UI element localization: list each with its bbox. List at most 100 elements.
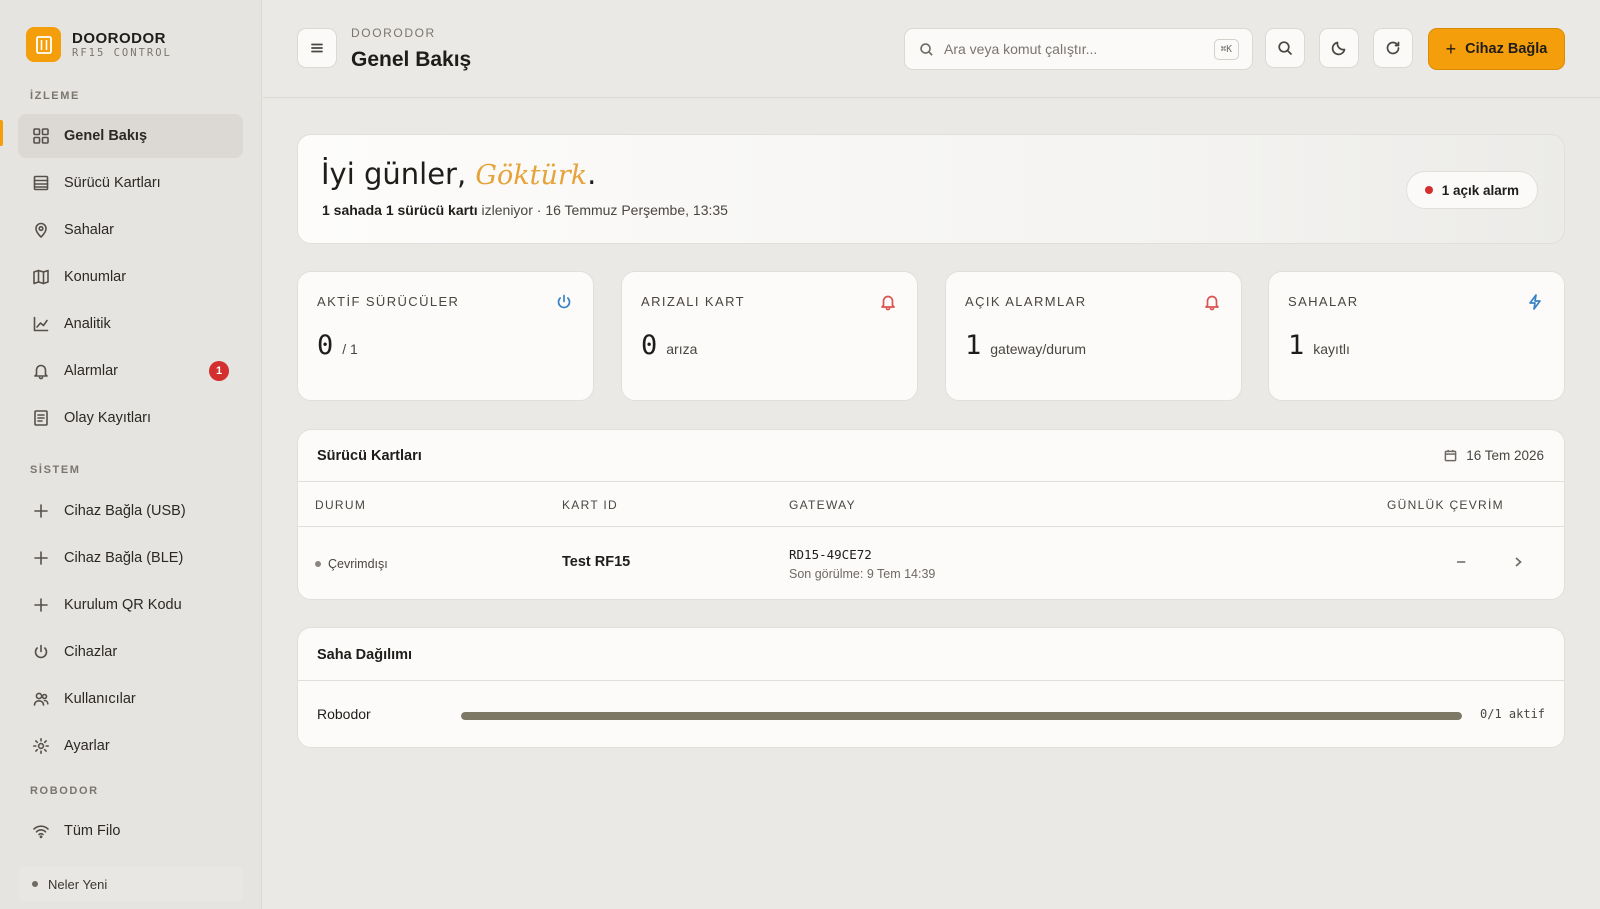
stat-card-active-drivers: AKTİF SÜRÜCÜLER 0 / 1: [297, 271, 594, 401]
gear-icon: [32, 737, 50, 755]
chevron-right-icon[interactable]: [1511, 555, 1525, 569]
map-icon: [32, 268, 50, 286]
date-label: 16 Tem 2026: [1466, 448, 1544, 463]
whats-new-label: Neler Yeni: [48, 876, 108, 892]
map-pin-icon: [32, 221, 50, 239]
sidebar-item-label: Kullanıcılar: [64, 691, 136, 707]
sidebar-item-label: Ayarlar: [64, 738, 110, 754]
sidebar-item-label: Tüm Filo: [64, 823, 121, 839]
sidebar-item-label: Cihaz Bağla (USB): [64, 503, 186, 519]
refresh-icon: [1386, 41, 1400, 55]
sidebar-item-cihaz-bagla-usb[interactable]: Cihaz Bağla (USB): [18, 489, 243, 533]
sidebar-item-alarmlar[interactable]: Alarmlar 1: [18, 349, 243, 393]
open-alarm-text: 1 açık alarm: [1441, 182, 1519, 198]
connect-device-label: Cihaz Bağla: [1465, 41, 1548, 57]
refresh-button[interactable]: [1373, 28, 1413, 68]
site-active-count: 0/1 aktif: [1480, 707, 1546, 721]
column-header-durum[interactable]: DURUM: [315, 498, 366, 512]
panel-title: Sürücü Kartları: [317, 448, 422, 464]
stat-label: AÇIK ALARMLAR: [965, 294, 1087, 309]
status-badge: Çevrimdışı: [315, 557, 388, 571]
user-name: Göktürk: [475, 160, 588, 191]
sidebar-item-cihazlar[interactable]: Cihazlar: [18, 630, 243, 674]
stat-label: AKTİF SÜRÜCÜLER: [317, 294, 460, 309]
stat-card-faulty-card: ARIZALI KART 0 arıza: [621, 271, 918, 401]
power-icon: [555, 293, 573, 311]
sidebar-item-label: Genel Bakış: [64, 128, 148, 144]
section-label-robodor: ROBODOR: [30, 785, 99, 797]
stat-card-sites: SAHALAR 1 kayıtlı: [1268, 271, 1565, 401]
kart-id: Test RF15: [562, 554, 631, 570]
sidebar-item-sahalar[interactable]: Sahalar: [18, 208, 243, 252]
column-header-kart-id[interactable]: KART ID: [562, 498, 618, 512]
power-icon: [32, 643, 50, 661]
stat-value: 1: [965, 330, 982, 361]
welcome-banner: İyi günler, Göktürk. 1 sahada 1 sürücü k…: [297, 134, 1565, 244]
column-header-gateway[interactable]: GATEWAY: [789, 498, 856, 512]
calendar-icon: [1444, 449, 1457, 462]
dot-icon: [32, 881, 38, 887]
stat-unit: gateway/durum: [990, 341, 1086, 357]
shortcut-hint: ⌘K: [1213, 39, 1239, 60]
brand-subtitle: RF15 CONTROL: [72, 47, 172, 59]
greeting-punct: .: [587, 157, 597, 191]
sidebar-item-label: Sahalar: [64, 222, 114, 238]
site-distribution-panel: Saha Dağılımı Robodor 0/1 aktif: [297, 627, 1565, 748]
sidebar-item-cihaz-bagla-ble[interactable]: Cihaz Bağla (BLE): [18, 536, 243, 580]
theme-toggle-button[interactable]: [1319, 28, 1359, 68]
sidebar-item-genel-bakis[interactable]: Genel Bakış: [18, 114, 243, 158]
bell-icon: [32, 362, 50, 380]
table-row[interactable]: Çevrimdışı Test RF15 RD15-49CE72 Son gör…: [298, 528, 1564, 600]
panel-title: Saha Dağılımı: [317, 647, 413, 663]
sidebar-item-analitik[interactable]: Analitik: [18, 302, 243, 346]
bell-icon: [1203, 293, 1221, 311]
grid-icon: [32, 127, 50, 145]
open-alarm-pill[interactable]: 1 açık alarm: [1405, 171, 1538, 209]
section-label-izleme: İZLEME: [30, 90, 80, 102]
brand-name: DOORODOR: [72, 30, 166, 47]
site-progress-bar: [461, 712, 1462, 720]
sidebar-item-label: Kurulum QR Kodu: [64, 597, 182, 613]
section-label-sistem: SİSTEM: [30, 464, 81, 476]
sidebar-item-surucu-kartlari[interactable]: Sürücü Kartları: [18, 161, 243, 205]
sidebar-item-konumlar[interactable]: Konumlar: [18, 255, 243, 299]
search-icon: [920, 42, 933, 56]
status-text: Çevrimdışı: [328, 557, 388, 571]
sidebar-item-olay-kayitlari[interactable]: Olay Kayıtları: [18, 396, 243, 440]
status-dot-icon: [315, 561, 321, 567]
search-icon: [1278, 41, 1292, 55]
breadcrumb: DOORODOR: [351, 26, 436, 40]
command-search[interactable]: ⌘K: [904, 28, 1253, 70]
stat-unit: / 1: [342, 341, 358, 357]
sidebar-item-label: Konumlar: [64, 269, 127, 285]
column-header-gunluk-cevrim[interactable]: GÜNLÜK ÇEVRİM: [1387, 498, 1504, 512]
brand[interactable]: DOORODOR RF15 CONTROL: [26, 27, 172, 62]
sidebar-item-kullanicilar[interactable]: Kullanıcılar: [18, 677, 243, 721]
sidebar-item-label: Olay Kayıtları: [64, 410, 152, 426]
active-indicator: [0, 120, 3, 146]
sidebar-item-tum-filo[interactable]: Tüm Filo: [18, 809, 243, 853]
connect-device-button[interactable]: + Cihaz Bağla: [1428, 28, 1565, 70]
plus-icon: [32, 596, 50, 614]
sidebar-item-label: Cihazlar: [64, 644, 118, 660]
whats-new-link[interactable]: Neler Yeni: [18, 866, 243, 902]
chart-line-icon: [32, 315, 50, 333]
date-picker[interactable]: 16 Tem 2026: [1444, 448, 1544, 463]
gateway-id: RD15-49CE72: [789, 547, 872, 562]
search-input[interactable]: [944, 41, 1204, 57]
sidebar-item-ayarlar[interactable]: Ayarlar: [18, 724, 243, 768]
menu-toggle-button[interactable]: [297, 28, 337, 68]
greeting-text: İyi günler,: [321, 157, 467, 191]
stat-value: 1: [1288, 330, 1305, 361]
hamburger-icon: [311, 43, 323, 53]
summary-bold: 1 sahada 1 sürücü kartı: [322, 202, 478, 218]
sidebar-item-label: Analitik: [64, 316, 111, 332]
stat-label: ARIZALI KART: [641, 294, 745, 309]
driver-cards-panel: Sürücü Kartları 16 Tem 2026 DURUM KART I…: [297, 429, 1565, 600]
sidebar-item-kurulum-qr-kodu[interactable]: Kurulum QR Kodu: [18, 583, 243, 627]
stat-unit: kayıtlı: [1313, 341, 1350, 357]
search-button[interactable]: [1265, 28, 1305, 68]
greeting: İyi günler, Göktürk.: [321, 157, 596, 191]
log-icon: [32, 409, 50, 427]
plus-icon: [32, 549, 50, 567]
